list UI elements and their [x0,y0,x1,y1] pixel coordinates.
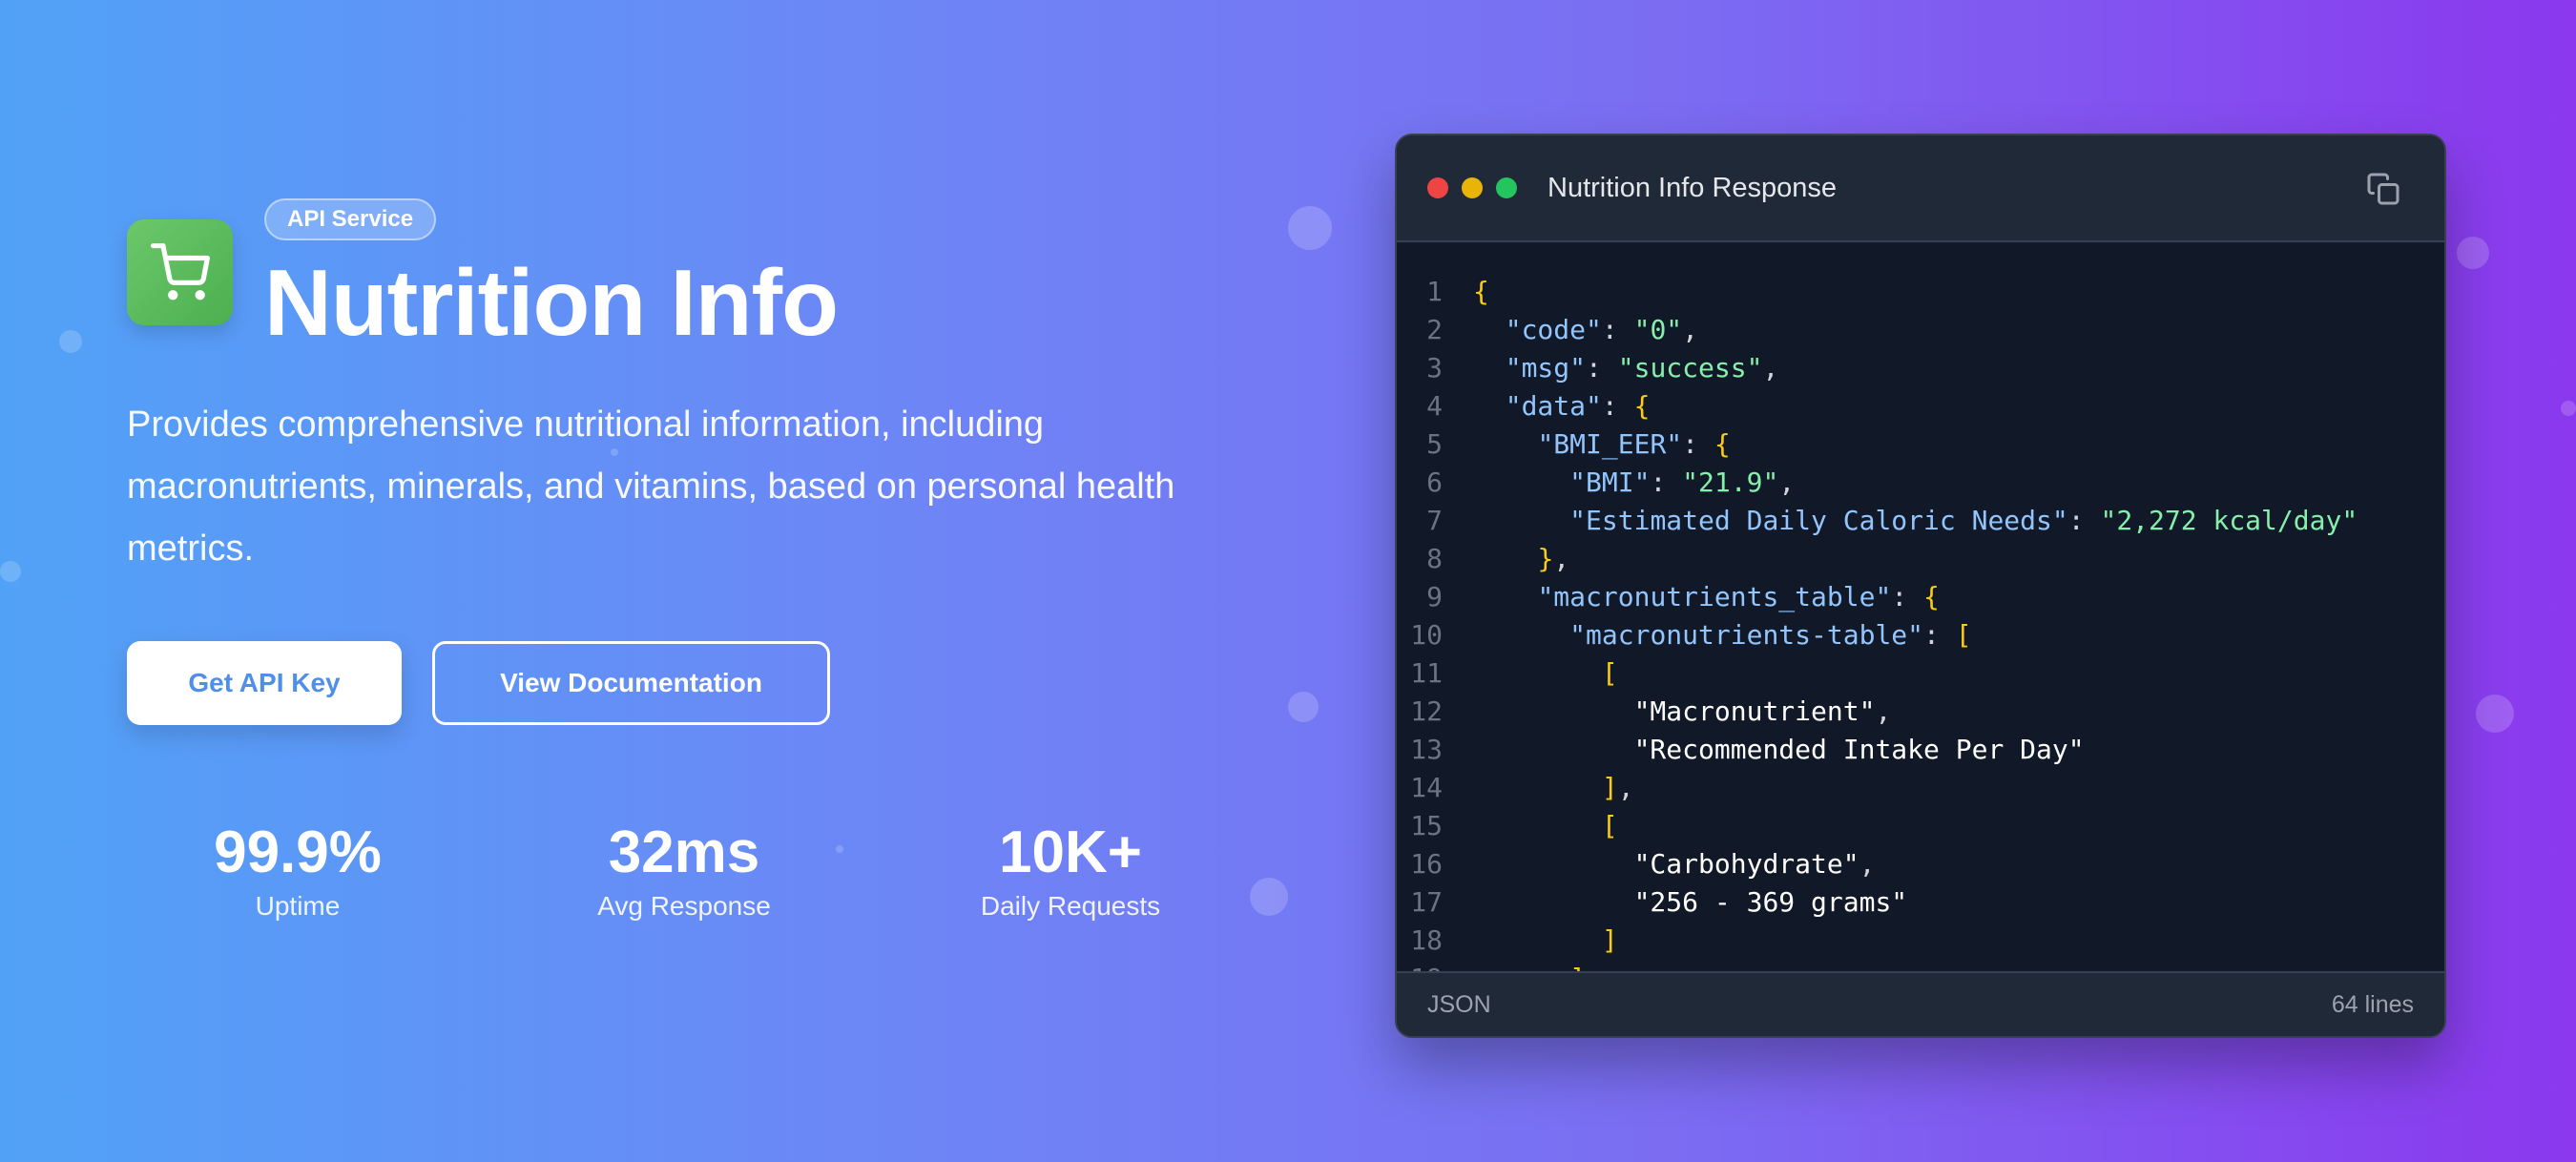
line-code: "Estimated Daily Caloric Needs": "2,272 … [1569,505,2358,536]
code-line: 12 "Macronutrient", [1397,693,2444,731]
code-line: 16 "Carbohydrate", [1397,845,2444,883]
line-number: 5 [1426,428,1443,460]
stat-label: Daily Requests [980,891,1161,921]
line-number: 7 [1426,505,1443,536]
stat-label: Uptime [255,891,341,921]
hero-buttons: Get API Key View Documentation [127,641,830,725]
line-number: 12 [1410,695,1443,727]
line-code: [ [1601,657,1618,689]
code-line-count: 64 lines [2331,990,2414,1018]
window-maximize-dot[interactable] [1496,177,1517,198]
hero-section: API Service Nutrition Info Provides comp… [127,198,1234,921]
code-line: 14 ], [1397,769,2444,807]
line-number: 4 [1426,390,1443,422]
decorative-bubble [2457,237,2489,269]
stat-daily-requests: 10K+ Daily Requests [927,819,1214,925]
hero-description: Provides comprehensive nutritional infor… [127,405,1175,569]
line-number: 2 [1426,314,1443,345]
line-code: "Macronutrient", [1633,695,1892,727]
window-close-dot[interactable] [1427,177,1448,198]
decorative-bubble [2561,401,2576,416]
code-line: 9 "macronutrients_table": { [1397,578,2444,616]
get-api-key-button[interactable]: Get API Key [127,641,402,725]
window-minimize-dot[interactable] [1462,177,1483,198]
line-number: 14 [1410,772,1443,803]
decorative-bubble [59,330,82,353]
line-code: "macronutrients_table": { [1537,581,1940,612]
stat-uptime: 99.9% Uptime [155,819,441,925]
stat-value: 10K+ [999,820,1142,885]
line-number: 15 [1410,810,1443,841]
code-language-label: JSON [1427,990,1491,1018]
line-number: 6 [1426,467,1443,498]
line-code: "code": "0", [1505,314,1699,345]
line-code: "data": { [1505,390,1651,422]
line-number: 18 [1410,924,1443,956]
code-line: 1{ [1397,273,2444,311]
line-code: ] [1601,924,1618,956]
line-number: 16 [1410,848,1443,880]
copy-icon[interactable] [2366,172,2400,206]
code-line: 7 "Estimated Daily Caloric Needs": "2,27… [1397,502,2444,540]
code-line: 4 "data": { [1397,387,2444,425]
decorative-bubble [2476,695,2514,733]
code-line: 8 }, [1397,540,2444,578]
line-number: 8 [1426,543,1443,574]
code-window-footer: JSON 64 lines [1397,971,2444,1036]
code-line: 3 "msg": "success", [1397,349,2444,387]
title-row: API Service Nutrition Info [127,198,1234,354]
code-line: 2 "code": "0", [1397,311,2444,349]
line-number: 13 [1410,734,1443,765]
code-window-header: Nutrition Info Response [1397,135,2444,242]
line-number: 10 [1410,619,1443,651]
stat-label: Avg Response [597,891,771,921]
code-body[interactable]: 1{2 "code": "0", 3 "msg": "success", 4 "da… [1397,244,2444,973]
shopping-cart-icon [127,219,233,325]
line-number: 9 [1426,581,1443,612]
stat-value: 99.9% [214,820,382,885]
decorative-bubble [1250,878,1288,916]
line-code: "BMI_EER": { [1537,428,1731,460]
line-code: [ [1601,810,1618,841]
stats-row: 99.9% Uptime 32ms Avg Response 10K+ Dail… [127,819,1234,933]
code-window-title: Nutrition Info Response [1548,172,1838,203]
line-number: 17 [1410,886,1443,918]
line-code: "msg": "success", [1505,352,1779,384]
line-code: { [1473,276,1489,307]
line-number: 1 [1426,276,1443,307]
code-line: 13 "Recommended Intake Per Day" [1397,731,2444,769]
code-line: 15 [ [1397,807,2444,845]
line-code: "256 - 369 grams" [1633,886,1908,918]
line-code: "BMI": "21.9", [1569,467,1796,498]
code-line: 10 "macronutrients-table": [ [1397,616,2444,654]
line-code: }, [1537,543,1570,574]
stat-value: 32ms [608,820,760,885]
line-number: 3 [1426,352,1443,384]
line-code: "Recommended Intake Per Day" [1633,734,2085,765]
code-line: 18 ] [1397,922,2444,960]
view-documentation-button[interactable]: View Documentation [432,641,830,725]
decorative-bubble [1288,692,1319,722]
code-line: 11 [ [1397,654,2444,693]
code-line: 6 "BMI": "21.9", [1397,464,2444,502]
code-line: 17 "256 - 369 grams" [1397,883,2444,922]
page-title: Nutrition Info [264,250,839,355]
line-code: "Carbohydrate", [1633,848,1876,880]
stat-avg-response: 32ms Avg Response [541,819,827,925]
code-window: Nutrition Info Response 1{2 "code": "0",… [1395,134,2446,1038]
line-code: "macronutrients-table": [ [1569,619,1972,651]
line-code: ], [1601,772,1634,803]
decorative-bubble [1288,206,1332,250]
api-service-badge: API Service [264,198,437,240]
decorative-bubble [0,561,21,582]
code-line: 5 "BMI_EER": { [1397,425,2444,464]
line-number: 11 [1410,657,1443,689]
